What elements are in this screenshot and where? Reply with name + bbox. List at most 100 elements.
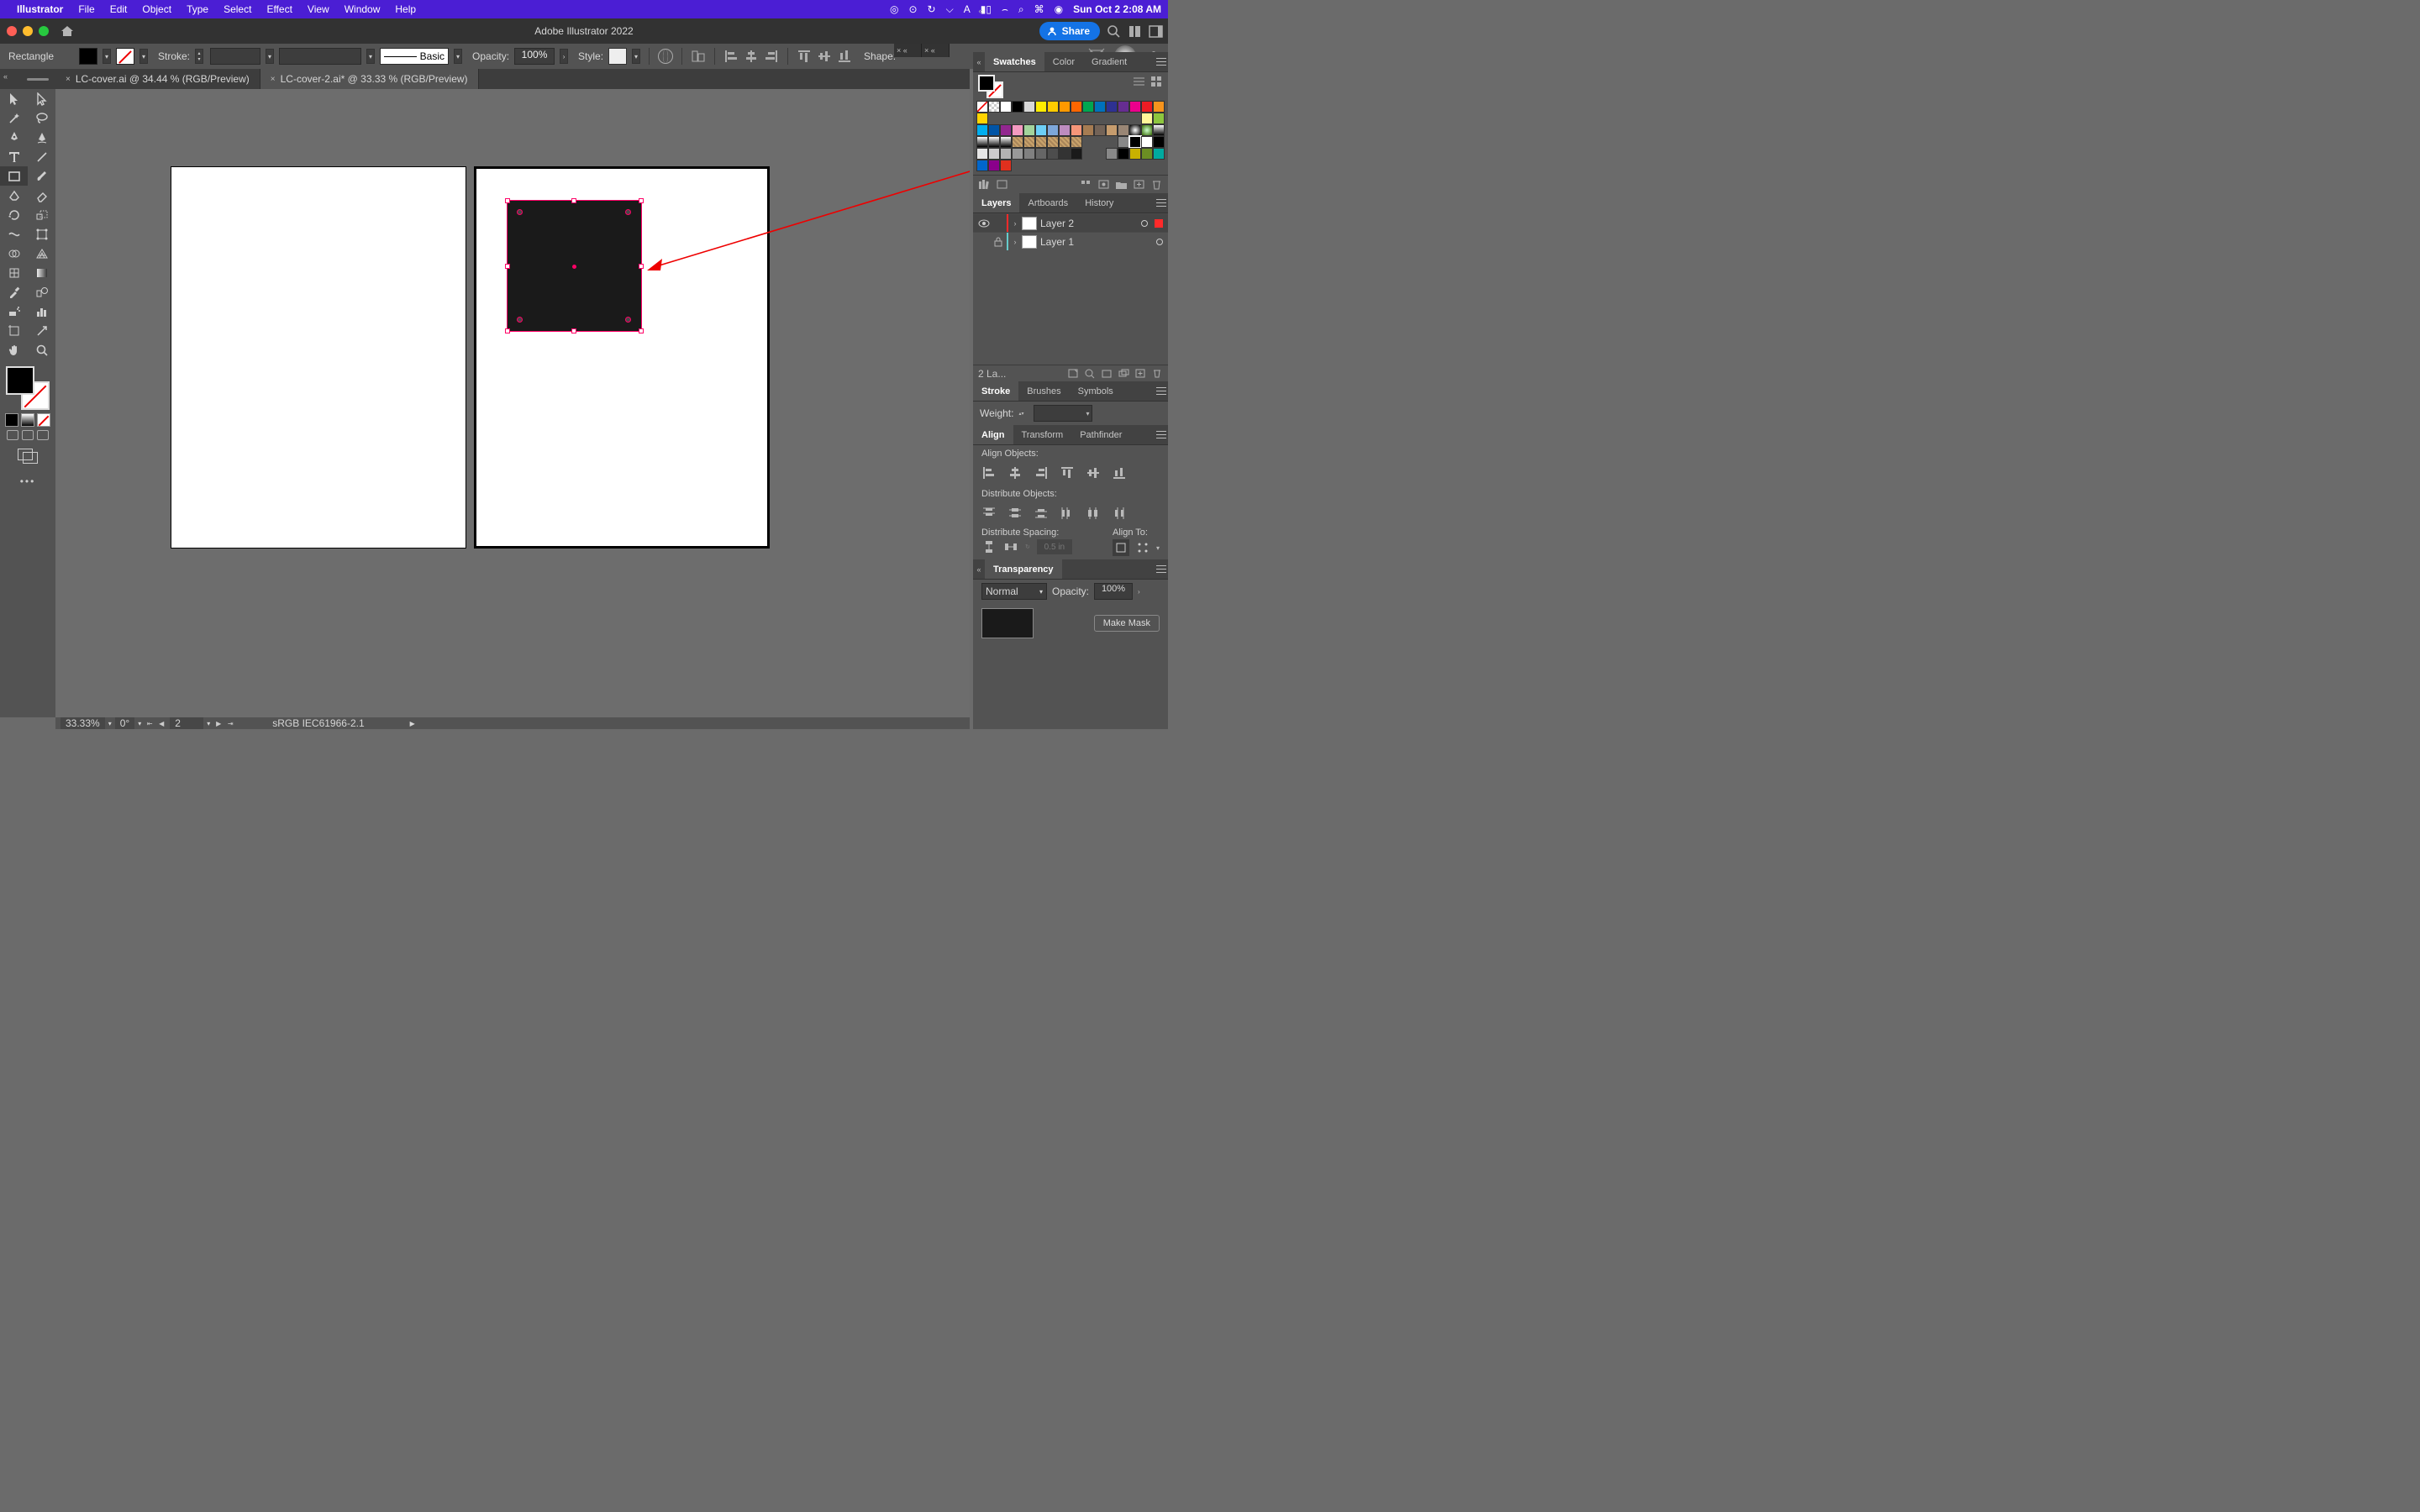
- line-segment-tool[interactable]: [28, 147, 55, 166]
- swatch-item[interactable]: [1129, 124, 1141, 136]
- scale-tool[interactable]: [28, 205, 55, 224]
- swatch-item[interactable]: [988, 136, 1000, 148]
- target-icon[interactable]: [1156, 239, 1163, 245]
- spotlight-icon[interactable]: ⌕: [1018, 3, 1024, 16]
- align-bottom-icon[interactable]: [837, 49, 852, 64]
- vert-distribute-bottom-icon[interactable]: [1034, 506, 1049, 521]
- selection-handle-tl[interactable]: [505, 198, 510, 203]
- layer-name[interactable]: Layer 2: [1040, 218, 1074, 229]
- swatch-item[interactable]: [1012, 124, 1023, 136]
- layer-row[interactable]: › Layer 1: [973, 232, 1168, 250]
- shape-builder-tool[interactable]: [0, 244, 28, 263]
- swatch-item[interactable]: [1094, 124, 1106, 136]
- swatch-item[interactable]: [1059, 148, 1071, 160]
- draw-inside-icon[interactable]: [37, 430, 49, 440]
- weight-stepper[interactable]: ▴▾: [1018, 411, 1028, 417]
- eyedropper-tool[interactable]: [0, 282, 28, 302]
- swatch-item[interactable]: [1153, 101, 1165, 113]
- gradient-mode-button[interactable]: [21, 413, 34, 427]
- draw-normal-icon[interactable]: [7, 430, 18, 440]
- swatch-item[interactable]: [976, 113, 988, 124]
- controlcenter-icon[interactable]: ⌘: [1034, 3, 1044, 15]
- corner-widget-br[interactable]: [625, 317, 631, 323]
- delete-swatch-icon[interactable]: [1150, 179, 1163, 190]
- align-to-dropdown-icon[interactable]: ▾: [1156, 544, 1160, 552]
- pen-tool[interactable]: [0, 128, 28, 147]
- variable-width-dropdown[interactable]: ▾: [366, 49, 375, 64]
- swatch-item[interactable]: [976, 160, 988, 171]
- menu-view[interactable]: View: [308, 3, 329, 15]
- prev-artboard-icon[interactable]: ◀: [156, 718, 166, 728]
- locate-object-icon[interactable]: [1084, 368, 1096, 379]
- selection-handle-bl[interactable]: [505, 328, 510, 333]
- swatch-item[interactable]: [1012, 148, 1023, 160]
- swatch-item[interactable]: [1047, 136, 1059, 148]
- selected-swatch[interactable]: [1129, 136, 1141, 148]
- swatch-item[interactable]: [1000, 148, 1012, 160]
- delete-layer-icon[interactable]: [1151, 368, 1163, 379]
- selection-handle-tc[interactable]: [571, 198, 576, 203]
- new-swatch-icon[interactable]: [1133, 179, 1145, 190]
- align-left-icon[interactable]: [723, 49, 739, 64]
- zoom-tool[interactable]: [28, 340, 55, 360]
- selection-handle-mr[interactable]: [639, 264, 644, 269]
- selection-handle-br[interactable]: [639, 328, 644, 333]
- app-name[interactable]: Illustrator: [17, 3, 63, 15]
- opacity-field[interactable]: 100%: [514, 48, 555, 65]
- variable-width-profile[interactable]: [279, 48, 361, 65]
- panel-menu-icon[interactable]: [1155, 52, 1168, 72]
- swatch-item[interactable]: [1082, 136, 1094, 148]
- fullscreen-window-button[interactable]: [39, 26, 49, 36]
- vert-align-center-icon[interactable]: [1086, 465, 1101, 480]
- tab-symbols[interactable]: Symbols: [1070, 381, 1122, 401]
- horiz-distribute-left-icon[interactable]: [1060, 506, 1075, 521]
- none-swatch[interactable]: [976, 101, 988, 113]
- blend-tool[interactable]: [28, 282, 55, 302]
- swatch-item[interactable]: [1106, 101, 1118, 113]
- target-icon[interactable]: [1141, 220, 1148, 227]
- type-tool[interactable]: [0, 147, 28, 166]
- horiz-distribute-right-icon[interactable]: [1112, 506, 1127, 521]
- perspective-grid-tool[interactable]: [28, 244, 55, 263]
- transparency-thumbnail[interactable]: [981, 608, 1034, 638]
- home-icon[interactable]: [60, 25, 74, 37]
- menu-edit[interactable]: Edit: [110, 3, 128, 15]
- weight-field[interactable]: ▾: [1034, 405, 1092, 422]
- swatch-item[interactable]: [1035, 124, 1047, 136]
- horiz-distribute-center-icon[interactable]: [1086, 506, 1101, 521]
- close-window-button[interactable]: [7, 26, 17, 36]
- swatch-item[interactable]: [1106, 113, 1118, 124]
- shaper-tool[interactable]: [0, 186, 28, 205]
- swatch-item[interactable]: [1071, 124, 1082, 136]
- fill-swatch[interactable]: [79, 48, 97, 65]
- horiz-align-right-icon[interactable]: [1034, 465, 1049, 480]
- first-artboard-icon[interactable]: ⇤: [145, 718, 155, 728]
- swatch-item[interactable]: [1141, 148, 1153, 160]
- swatch-options-icon[interactable]: [1097, 179, 1110, 190]
- document-tab-1[interactable]: ×LC-cover.ai @ 34.44 % (RGB/Preview): [55, 69, 260, 89]
- symbol-sprayer-tool[interactable]: [0, 302, 28, 321]
- brush-definition[interactable]: Basic: [380, 48, 449, 65]
- artboard-number-field[interactable]: 2: [170, 717, 203, 729]
- rectangle-tool[interactable]: [0, 166, 28, 186]
- panel-menu-icon[interactable]: [1155, 559, 1168, 580]
- export-asset-icon[interactable]: [1067, 368, 1079, 379]
- floating-tab-1[interactable]: × «: [894, 44, 922, 57]
- stroke-weight-stepper[interactable]: ▴▾: [195, 49, 203, 64]
- gradient-tool[interactable]: [28, 263, 55, 282]
- brush-dropdown[interactable]: ▾: [454, 49, 462, 64]
- magic-wand-tool[interactable]: [0, 108, 28, 128]
- new-layer-icon[interactable]: [1134, 368, 1146, 379]
- fill-dropdown[interactable]: ▾: [103, 49, 111, 64]
- menu-object[interactable]: Object: [142, 3, 171, 15]
- swatch-item[interactable]: [1082, 113, 1094, 124]
- canvas-area[interactable]: [55, 89, 970, 717]
- corner-widget-tl[interactable]: [517, 209, 523, 215]
- width-tool[interactable]: [0, 224, 28, 244]
- menu-effect[interactable]: Effect: [266, 3, 292, 15]
- keyboard-icon[interactable]: A: [964, 3, 971, 15]
- bluetooth-icon[interactable]: ⌵: [946, 3, 954, 16]
- swatch-item[interactable]: [1094, 113, 1106, 124]
- swatch-kinds-icon[interactable]: [1080, 179, 1092, 190]
- layer-row[interactable]: › Layer 2: [973, 213, 1168, 232]
